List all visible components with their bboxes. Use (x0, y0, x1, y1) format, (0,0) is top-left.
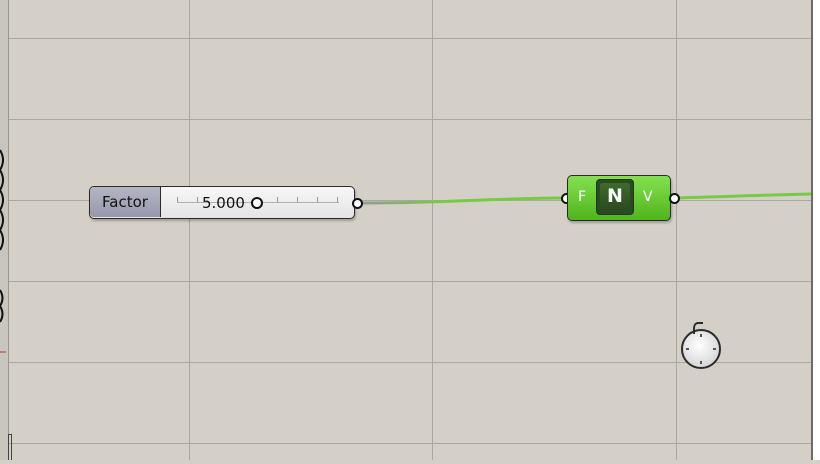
rotate-tick-marks (686, 334, 716, 364)
unit-vector-component[interactable]: F N V (567, 175, 671, 221)
number-slider[interactable]: Factor 5.000 (89, 186, 355, 219)
slider-knob[interactable] (250, 197, 263, 209)
slider-tick (297, 197, 298, 202)
slider-tick (177, 197, 178, 202)
left-panel-edge (0, 0, 9, 460)
icon-glyph: N (600, 183, 630, 210)
slider-tick (197, 197, 198, 202)
slider-tick (317, 197, 318, 202)
canvas-grid[interactable] (0, 0, 820, 460)
left-panel-scribble (0, 149, 6, 353)
right-panel-edge (811, 0, 820, 460)
rotate-control-icon[interactable] (681, 322, 721, 369)
unit-vector-icon: N (596, 179, 634, 215)
input-label-f[interactable]: F (578, 189, 586, 205)
corner-marker (8, 434, 12, 460)
slider-tick (337, 197, 338, 202)
component-output-port[interactable] (669, 193, 680, 204)
slider-tick (277, 197, 278, 202)
slider-track[interactable]: 5.000 (162, 187, 352, 217)
slider-output-port[interactable] (352, 198, 363, 209)
output-label-v[interactable]: V (643, 189, 653, 205)
slider-value: 5.000 (202, 194, 245, 212)
slider-label[interactable]: Factor (90, 187, 161, 217)
wire-component-output (674, 192, 812, 200)
